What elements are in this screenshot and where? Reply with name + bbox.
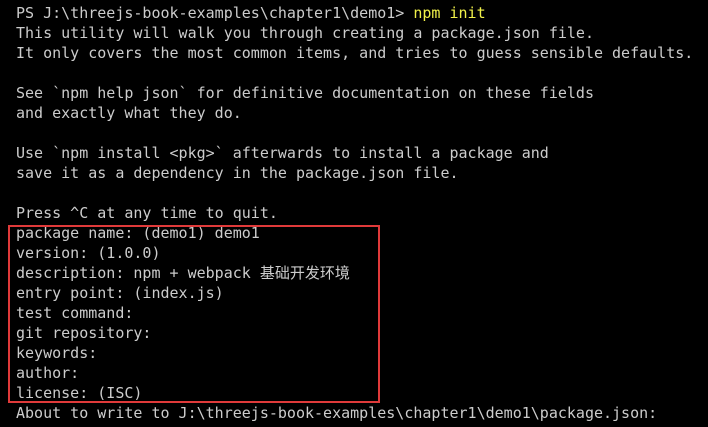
intro-line-3: See `npm help json` for definitive docum… — [16, 84, 594, 102]
intro-line-5: Use `npm install <pkg>` afterwards to in… — [16, 144, 549, 162]
prompt-line: PS J:\threejs-book-examples\chapter1\dem… — [16, 3, 486, 23]
intro-line-1: This utility will walk you through creat… — [16, 24, 594, 42]
intro-line-6: save it as a dependency in the package.j… — [16, 164, 459, 182]
npm-init-command: npm init — [413, 4, 486, 22]
intro-line-4: and exactly what they do. — [16, 104, 242, 122]
highlight-box — [8, 225, 380, 403]
footer-line: About to write to J:\threejs-book-exampl… — [16, 404, 658, 422]
intro-line-2: It only covers the most common items, an… — [16, 44, 694, 62]
intro-line-7: Press ^C at any time to quit. — [16, 204, 278, 222]
prompt-path: PS J:\threejs-book-examples\chapter1\dem… — [16, 4, 414, 22]
terminal-window[interactable]: PS J:\threejs-book-examples\chapter1\dem… — [0, 0, 708, 427]
